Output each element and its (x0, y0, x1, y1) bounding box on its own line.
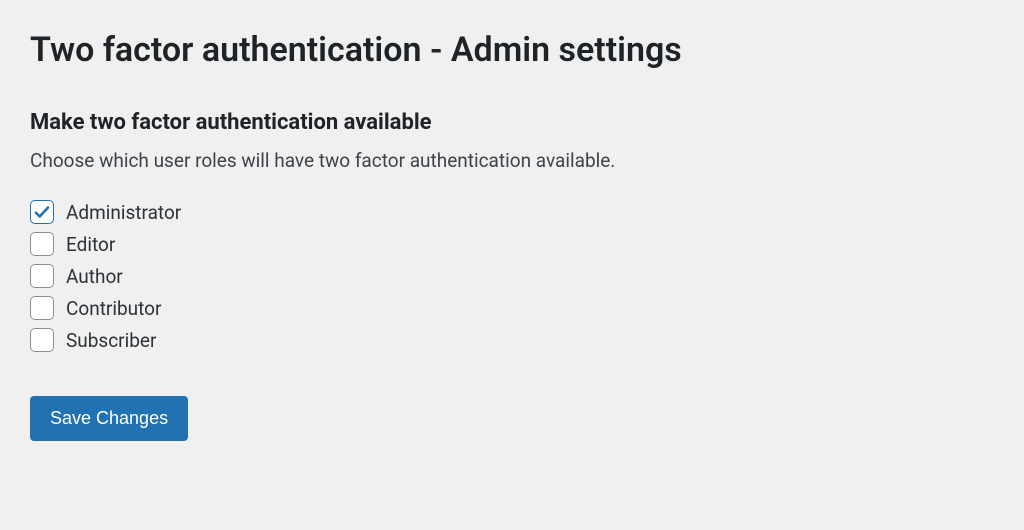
save-changes-button[interactable]: Save Changes (30, 396, 188, 441)
check-icon (33, 203, 51, 221)
checkbox-contributor[interactable] (30, 296, 54, 320)
role-row-contributor: Contributor (30, 296, 994, 320)
checkbox-author[interactable] (30, 264, 54, 288)
checkbox-label-contributor[interactable]: Contributor (66, 297, 161, 320)
role-row-editor: Editor (30, 232, 994, 256)
checkbox-administrator[interactable] (30, 200, 54, 224)
checkbox-subscriber[interactable] (30, 328, 54, 352)
section-heading: Make two factor authentication available (30, 110, 994, 135)
checkbox-label-author[interactable]: Author (66, 265, 123, 288)
page-title: Two factor authentication - Admin settin… (30, 30, 994, 70)
roles-checkbox-list: Administrator Editor Author Contributor … (30, 200, 994, 352)
role-row-author: Author (30, 264, 994, 288)
role-row-subscriber: Subscriber (30, 328, 994, 352)
checkbox-editor[interactable] (30, 232, 54, 256)
checkbox-label-subscriber[interactable]: Subscriber (66, 329, 156, 352)
section-description: Choose which user roles will have two fa… (30, 149, 994, 172)
checkbox-label-editor[interactable]: Editor (66, 233, 115, 256)
checkbox-label-administrator[interactable]: Administrator (66, 201, 181, 224)
role-row-administrator: Administrator (30, 200, 994, 224)
